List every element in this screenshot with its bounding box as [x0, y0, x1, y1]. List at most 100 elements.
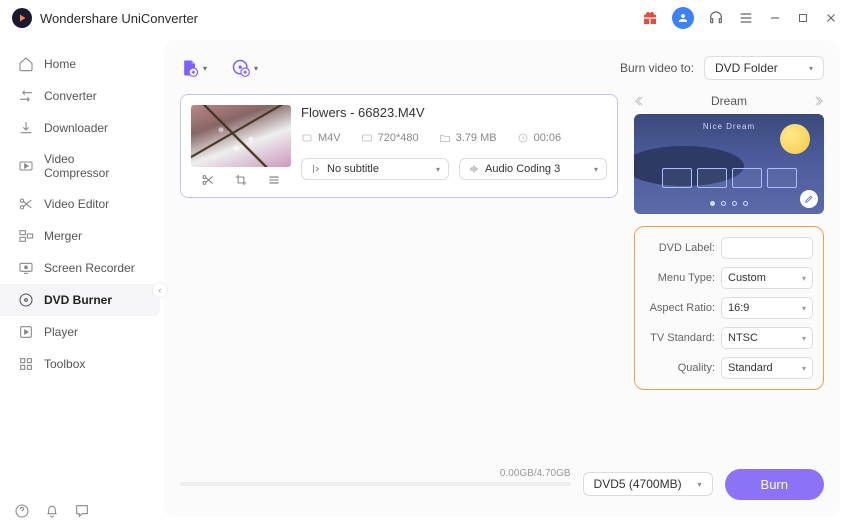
template-preview-title: Nice Dream	[703, 122, 755, 131]
recorder-icon	[18, 260, 34, 276]
prev-template-button[interactable]	[634, 94, 648, 108]
app-title: Wondershare UniConverter	[40, 11, 642, 26]
pencil-icon	[804, 194, 814, 204]
sidebar-item-toolbox[interactable]: Toolbox	[0, 348, 160, 380]
dvd-label-input[interactable]	[721, 237, 813, 259]
subtitle-select[interactable]: No subtitle ▾	[301, 158, 449, 180]
chevron-down-icon: ▾	[802, 334, 806, 343]
template-nav: Dream	[634, 94, 824, 108]
subtitle-icon	[310, 163, 322, 175]
chevron-down-icon: ▾	[802, 274, 806, 283]
aspect-ratio-label: Aspect Ratio:	[645, 302, 715, 314]
next-template-button[interactable]	[810, 94, 824, 108]
content-panel: ▾ ▾ Burn video to: DVD Folder ▾	[164, 40, 840, 517]
chevron-down-icon: ▾	[802, 364, 806, 373]
sidebar-item-home[interactable]: Home	[0, 48, 160, 80]
edit-template-button[interactable]	[800, 190, 818, 208]
help-icon[interactable]	[14, 503, 30, 519]
template-pagination	[634, 201, 824, 206]
toolbar: ▾ ▾ Burn video to: DVD Folder ▾	[180, 52, 824, 84]
format-meta: M4V	[301, 132, 341, 144]
footer: 0.00GB/4.70GB DVD5 (4700MB) ▾ Burn	[180, 463, 824, 505]
sidebar-item-label: Home	[44, 57, 76, 71]
crop-icon[interactable]	[234, 173, 248, 187]
sidebar-item-dvd-burner[interactable]: DVD Burner	[0, 284, 160, 316]
trim-icon[interactable]	[201, 173, 215, 187]
converter-icon	[18, 88, 34, 104]
aspect-ratio-select[interactable]: 16:9 ▾	[721, 297, 813, 319]
resolution-icon	[361, 132, 373, 144]
sidebar-item-label: Converter	[44, 89, 97, 103]
chevron-down-icon: ▾	[809, 64, 813, 73]
sidebar-item-label: Player	[44, 325, 78, 339]
sidebar-item-player[interactable]: Player	[0, 316, 160, 348]
video-thumbnail[interactable]	[191, 105, 291, 167]
sidebar-item-label: Downloader	[44, 121, 108, 135]
maximize-button[interactable]	[796, 11, 810, 25]
play-icon	[18, 324, 34, 340]
disc-type-select[interactable]: DVD5 (4700MB) ▾	[583, 472, 713, 496]
menu-type-label: Menu Type:	[645, 272, 715, 284]
sidebar-collapse-button[interactable]: ‹	[152, 282, 168, 298]
chevron-down-icon: ▾	[802, 304, 806, 313]
audio-icon	[468, 163, 480, 175]
chevron-down-icon: ▾	[254, 64, 258, 73]
add-file-button[interactable]: ▾	[180, 58, 207, 78]
sidebar-item-merger[interactable]: Merger	[0, 220, 160, 252]
quality-select[interactable]: Standard ▾	[721, 357, 813, 379]
notification-icon[interactable]	[44, 503, 60, 519]
sidebar-item-label: Merger	[44, 229, 82, 243]
select-value: DVD Folder	[715, 61, 778, 75]
headset-icon[interactable]	[708, 10, 724, 26]
template-name: Dream	[711, 94, 747, 108]
effects-icon[interactable]	[267, 173, 281, 187]
sidebar-item-converter[interactable]: Converter	[0, 80, 160, 112]
sidebar-item-label: Video Compressor	[44, 152, 142, 180]
file-name: Flowers - 66823.M4V	[301, 105, 607, 120]
sidebar-item-label: Toolbox	[44, 357, 85, 371]
sidebar-item-screen-recorder[interactable]: Screen Recorder	[0, 252, 160, 284]
sidebar: Home Converter Downloader Video Compress…	[0, 36, 160, 527]
menu-type-select[interactable]: Custom ▾	[721, 267, 813, 289]
close-button[interactable]	[824, 11, 838, 25]
compressor-icon	[18, 158, 34, 174]
chevron-down-icon: ▾	[203, 64, 207, 73]
file-card: Flowers - 66823.M4V M4V 720*480	[180, 94, 618, 198]
gift-icon[interactable]	[642, 10, 658, 26]
download-icon	[18, 120, 34, 136]
template-slots	[634, 168, 824, 188]
chevron-down-icon: ▾	[698, 480, 702, 489]
tv-standard-select[interactable]: NTSC ▾	[721, 327, 813, 349]
tv-standard-label: TV Standard:	[645, 332, 715, 344]
disc-icon	[18, 292, 34, 308]
home-icon	[18, 56, 34, 72]
grid-icon	[18, 356, 34, 372]
dvd-label-label: DVD Label:	[645, 242, 715, 254]
sidebar-item-video-editor[interactable]: Video Editor	[0, 188, 160, 220]
resolution-meta: 720*480	[361, 132, 419, 144]
duration-meta: 00:06	[517, 132, 562, 144]
minimize-button[interactable]	[768, 11, 782, 25]
bottombar	[14, 503, 90, 519]
capacity-text: 0.00GB/4.70GB	[500, 468, 571, 479]
burn-to-select[interactable]: DVD Folder ▾	[704, 56, 824, 80]
audio-select[interactable]: Audio Coding 3 ▾	[459, 158, 607, 180]
sidebar-item-video-compressor[interactable]: Video Compressor	[0, 144, 160, 188]
folder-icon	[439, 132, 451, 144]
sidebar-item-downloader[interactable]: Downloader	[0, 112, 160, 144]
sidebar-item-label: DVD Burner	[44, 293, 112, 307]
user-avatar-icon[interactable]	[672, 7, 694, 29]
menu-icon[interactable]	[738, 10, 754, 26]
disc-add-icon	[231, 58, 251, 78]
feedback-icon[interactable]	[74, 503, 90, 519]
titlebar: Wondershare UniConverter	[0, 0, 850, 36]
chevron-down-icon: ▾	[436, 165, 440, 174]
add-disc-button[interactable]: ▾	[231, 58, 258, 78]
merger-icon	[18, 228, 34, 244]
burn-button[interactable]: Burn	[725, 469, 824, 500]
template-preview[interactable]: Nice Dream	[634, 114, 824, 214]
format-icon	[301, 132, 313, 144]
burn-to-label: Burn video to:	[620, 61, 694, 75]
sidebar-item-label: Screen Recorder	[44, 261, 135, 275]
moon-graphic	[780, 124, 810, 154]
